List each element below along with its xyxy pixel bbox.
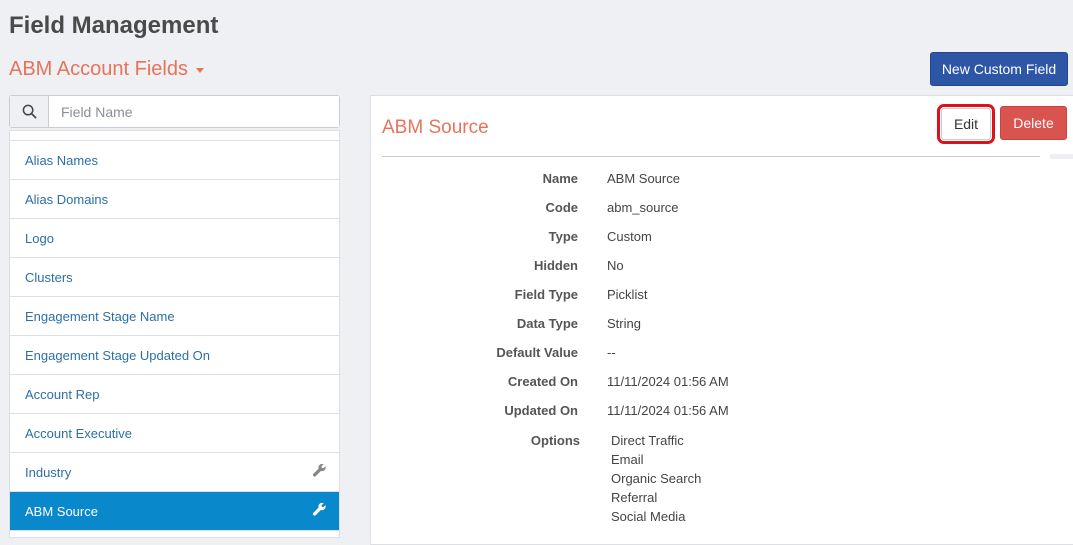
search-input[interactable] xyxy=(49,96,339,127)
option-item: Social Media xyxy=(611,509,686,524)
property-key: Data Type xyxy=(516,316,578,331)
list-item-label: Clusters xyxy=(25,269,73,285)
list-item[interactable]: ABM Source xyxy=(10,492,339,531)
list-item[interactable]: Logo xyxy=(10,219,339,258)
detail-divider-gap xyxy=(1050,154,1073,159)
section-dropdown-label: ABM Account Fields xyxy=(9,58,188,80)
list-item-label: Alias Names xyxy=(25,152,98,168)
list-item[interactable]: Engagement Stage Name xyxy=(10,297,339,336)
detail-title: ABM Source xyxy=(382,117,489,138)
property-row: Hidden No xyxy=(371,255,1071,284)
property-row: Name ABM Source xyxy=(371,168,1071,197)
list-item-label: Engagement Stage Name xyxy=(25,308,175,324)
property-key: Code xyxy=(545,200,579,215)
edit-button[interactable]: Edit xyxy=(937,104,995,144)
field-list: Alias Names Alias Domains Logo Clusters Enga… xyxy=(9,130,340,538)
property-key: Default Value xyxy=(496,345,578,360)
property-row: Type Custom xyxy=(371,226,1071,255)
property-key: Updated On xyxy=(504,403,578,418)
property-key: Name xyxy=(542,171,578,186)
list-item-label: Engagement Stage Updated On xyxy=(25,347,211,363)
property-key: Field Type xyxy=(514,287,578,302)
property-row: Code abm_source xyxy=(371,197,1071,226)
option-item: Direct Traffic xyxy=(611,433,684,448)
property-row: Updated On 11/11/2024 01:56 AM xyxy=(371,400,1071,429)
list-item[interactable]: Alias Domains xyxy=(10,180,339,219)
list-item-label: Account Executive xyxy=(25,425,132,441)
property-row-options: Options Direct Traffic Email Organic Search… xyxy=(371,429,1071,528)
page-title: Field Management xyxy=(9,12,219,39)
list-item-label: Account Rep xyxy=(25,386,100,402)
list-item-label: ABM Source xyxy=(25,503,98,519)
new-custom-field-button[interactable]: New Custom Field xyxy=(930,52,1068,86)
list-item[interactable]: Account Rep xyxy=(10,375,339,414)
option-item: Organic Search xyxy=(611,471,702,486)
detail-divider xyxy=(382,156,1040,157)
property-value: abm_source xyxy=(607,200,679,215)
search-icon[interactable] xyxy=(10,96,49,127)
list-item-label: Logo xyxy=(25,230,54,246)
search-box xyxy=(9,95,340,128)
option-item: Email xyxy=(611,452,644,467)
property-key: Created On xyxy=(507,374,578,389)
property-row: Created On 11/11/2024 01:56 AM xyxy=(371,371,1071,400)
list-item-label: Alias Domains xyxy=(25,191,109,207)
property-value: Custom xyxy=(607,229,652,244)
property-value: ABM Source xyxy=(607,171,680,186)
property-value: 11/11/2024 01:56 AM xyxy=(607,374,729,389)
list-item[interactable]: Engagement Stage Updated On xyxy=(10,336,339,375)
property-row: Data Type String xyxy=(371,313,1071,342)
property-value: -- xyxy=(607,345,616,360)
property-value: 11/11/2024 01:56 AM xyxy=(607,403,729,418)
property-key: Options xyxy=(530,433,580,448)
delete-button[interactable]: Delete xyxy=(1000,106,1067,140)
property-row: Field Type Picklist xyxy=(371,284,1071,313)
detail-panel: ABM Source Edit Delete Name ABM Source Cod… xyxy=(370,95,1073,545)
wrench-icon[interactable] xyxy=(312,502,327,520)
list-item[interactable]: Account Executive xyxy=(10,414,339,453)
property-list: Name ABM Source Code abm_source Type Custom Hi… xyxy=(371,168,1071,528)
list-item[interactable]: Clusters xyxy=(10,258,339,297)
options-list: Direct Traffic Email Organic Search Referra… xyxy=(611,429,701,528)
property-key: Type xyxy=(548,229,578,244)
property-value: Picklist xyxy=(607,287,648,302)
list-item-label: Industry xyxy=(25,464,72,480)
property-value: String xyxy=(607,316,641,331)
property-value: No xyxy=(607,258,624,273)
section-dropdown[interactable]: ABM Account Fields xyxy=(9,58,204,81)
list-top-spacer xyxy=(10,131,339,141)
list-item[interactable]: Industry xyxy=(10,453,339,492)
list-item[interactable]: Alias Names xyxy=(10,141,339,180)
caret-down-icon xyxy=(195,68,204,73)
property-key: Hidden xyxy=(533,258,578,273)
option-item: Referral xyxy=(611,490,658,505)
wrench-icon[interactable] xyxy=(312,463,327,481)
property-row: Default Value -- xyxy=(371,342,1071,371)
